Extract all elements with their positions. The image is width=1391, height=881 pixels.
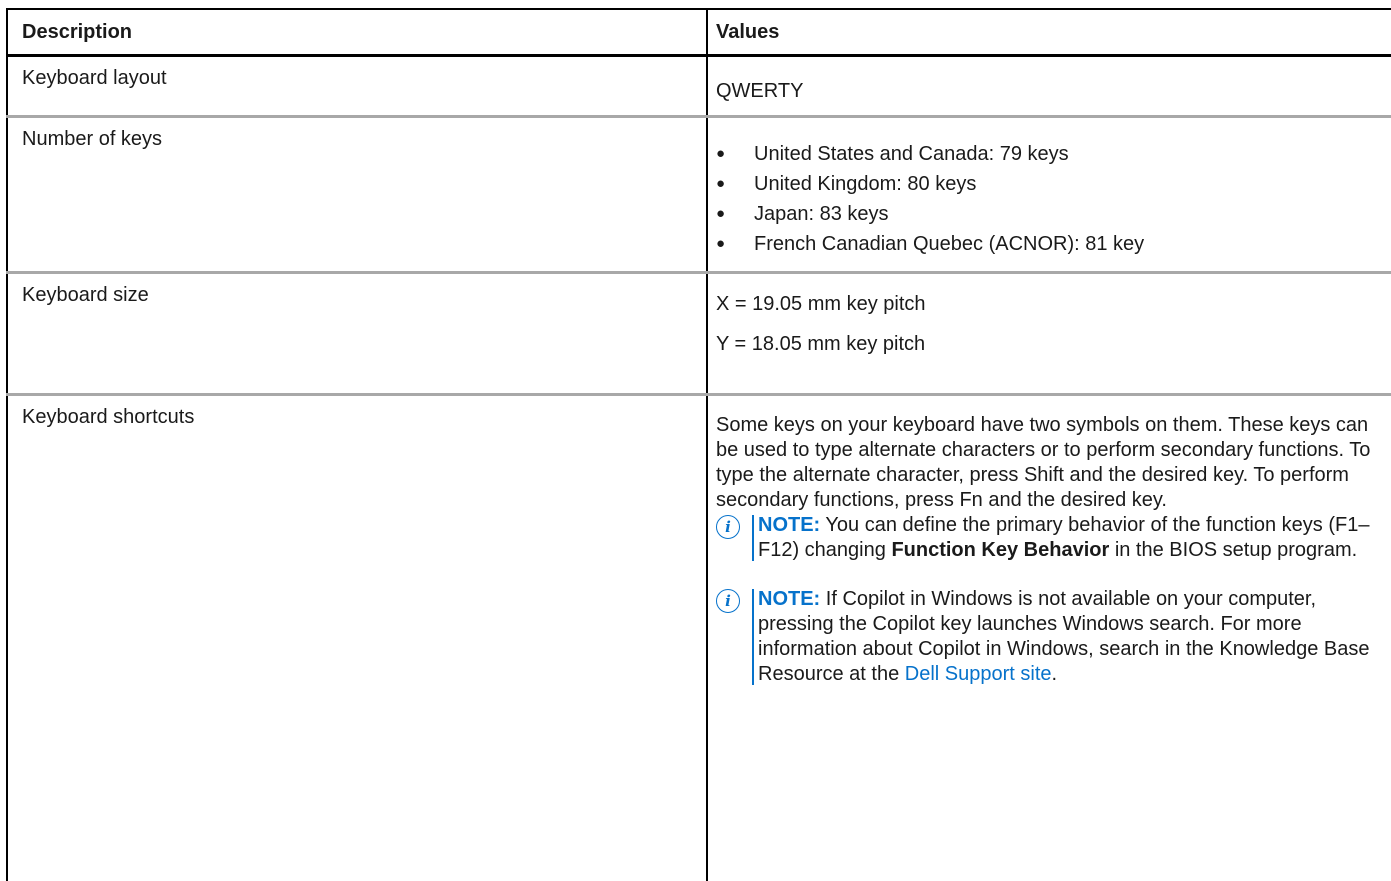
list-item-text: Japan: 83 keys (754, 203, 889, 225)
note-label: NOTE: (758, 588, 820, 610)
dell-support-site-link[interactable]: Dell Support site (905, 663, 1052, 685)
number-of-keys-list: ● United States and Canada: 79 keys ● Unit… (716, 118, 1391, 259)
table-row: Keyboard size X = 19.05 mm key pitch Y =… (7, 273, 1391, 395)
list-item-text: United States and Canada: 79 keys (754, 143, 1069, 165)
info-circle-icon: i (716, 515, 740, 539)
row-value: ● United States and Canada: 79 keys ● Unit… (707, 117, 1391, 273)
list-item-text: United Kingdom: 80 keys (754, 173, 976, 195)
note-divider (752, 515, 754, 561)
note-callout: i NOTE: You can define the primary behav… (716, 513, 1391, 563)
list-item: ● United States and Canada: 79 keys (716, 139, 1391, 169)
table-row: Number of keys ● United States and Canada… (7, 117, 1391, 273)
list-item: ● Japan: 83 keys (716, 199, 1391, 229)
table-row: Keyboard layout QWERTY (7, 56, 1391, 117)
key-pitch-y: Y = 18.05 mm key pitch (716, 316, 1391, 356)
bullet-dot-icon: ● (716, 229, 725, 259)
row-description: Number of keys (7, 117, 707, 273)
note-text-after: . (1052, 663, 1058, 685)
note-callout: i NOTE: If Copilot in Windows is not ava… (716, 587, 1391, 687)
info-circle-icon: i (716, 589, 740, 613)
bullet-dot-icon: ● (716, 199, 725, 229)
row-description: Keyboard shortcuts (7, 395, 707, 881)
note-bold-text: Function Key Behavior (891, 539, 1109, 561)
bullet-dot-icon: ● (716, 169, 725, 199)
row-description: Keyboard layout (7, 56, 707, 117)
note-text-after: in the BIOS setup program. (1115, 539, 1357, 561)
shortcuts-paragraph: Some keys on your keyboard have two symb… (716, 396, 1391, 513)
note-divider (752, 589, 754, 685)
table-row: Keyboard shortcuts Some keys on your key… (7, 395, 1391, 881)
list-item-text: French Canadian Quebec (ACNOR): 81 key (754, 233, 1144, 255)
keyboard-spec-table: Description Values Keyboard layout QWERT… (6, 8, 1391, 881)
keyboard-layout-value: QWERTY (716, 57, 1391, 103)
header-description: Description (7, 9, 707, 56)
row-description: Keyboard size (7, 273, 707, 395)
list-item: ● United Kingdom: 80 keys (716, 169, 1391, 199)
row-value: X = 19.05 mm key pitch Y = 18.05 mm key … (707, 273, 1391, 395)
row-value: QWERTY (707, 56, 1391, 117)
table-header-row: Description Values (7, 9, 1391, 56)
header-values: Values (707, 9, 1391, 56)
note-label: NOTE: (758, 514, 820, 536)
bullet-dot-icon: ● (716, 139, 725, 169)
row-value: Some keys on your keyboard have two symb… (707, 395, 1391, 881)
key-pitch-x: X = 19.05 mm key pitch (716, 274, 1391, 316)
list-item: ● French Canadian Quebec (ACNOR): 81 key (716, 229, 1391, 259)
note-text: If Copilot in Windows is not available o… (758, 588, 1369, 685)
